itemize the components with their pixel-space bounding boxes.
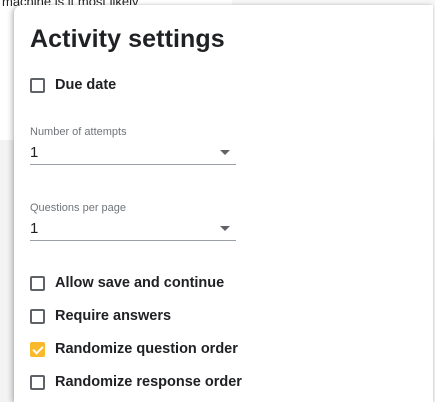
questions-per-page-field: Questions per page 1 <box>30 202 236 241</box>
require-answers-checkbox[interactable] <box>30 308 45 324</box>
randomize-response-order-checkbox[interactable] <box>30 374 45 390</box>
number-of-attempts-field: Number of attempts 1 <box>30 126 236 165</box>
randomize-question-order-checkbox-row[interactable]: Randomize question order <box>30 339 238 359</box>
caret-down-icon <box>220 150 230 155</box>
due-date-checkbox-row[interactable]: Due date <box>30 75 116 95</box>
require-answers-label: Require answers <box>55 308 172 324</box>
caret-down-icon <box>220 226 230 231</box>
randomize-response-order-label: Randomize response order <box>55 374 242 390</box>
panel-title: Activity settings <box>30 25 225 53</box>
number-of-attempts-select[interactable]: 1 <box>30 142 236 165</box>
randomize-response-order-checkbox-row[interactable]: Randomize response order <box>30 372 242 392</box>
questions-per-page-select[interactable]: 1 <box>30 218 236 241</box>
allow-save-checkbox[interactable] <box>30 275 45 291</box>
allow-save-label: Allow save and continue <box>55 275 225 291</box>
require-answers-checkbox-row[interactable]: Require answers <box>30 306 171 326</box>
number-of-attempts-label: Number of attempts <box>30 126 127 138</box>
randomize-question-order-label: Randomize question order <box>55 341 238 357</box>
questions-per-page-label: Questions per page <box>30 202 127 214</box>
number-of-attempts-value: 1 <box>30 144 39 161</box>
due-date-checkbox[interactable] <box>30 77 45 93</box>
allow-save-checkbox-row[interactable]: Allow save and continue <box>30 273 224 293</box>
due-date-label: Due date <box>55 77 117 93</box>
questions-per-page-value: 1 <box>30 220 39 237</box>
randomize-question-order-checkbox[interactable] <box>30 341 45 357</box>
activity-settings-panel: Activity settings Due date Number of att… <box>14 5 433 402</box>
